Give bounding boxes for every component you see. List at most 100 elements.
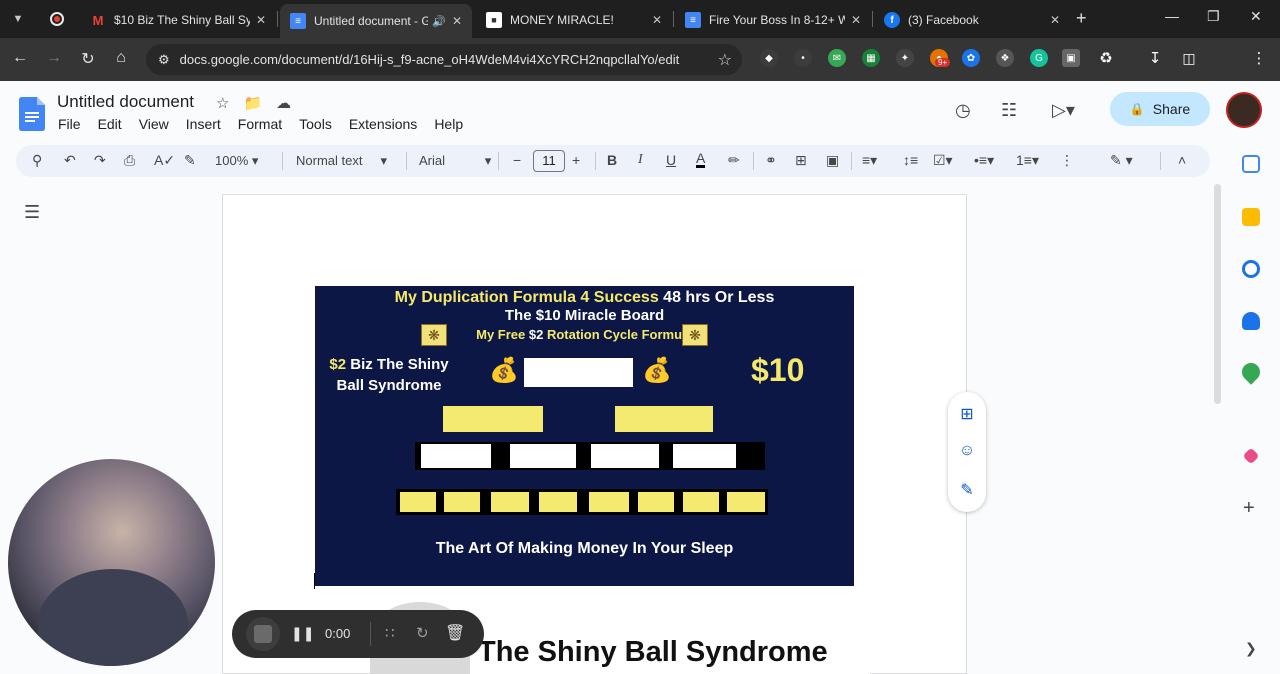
add-emoji-reaction-icon[interactable]: ☺ (957, 442, 977, 462)
calendar-icon[interactable] (1242, 155, 1260, 173)
browser-tab-gmail[interactable]: M $10 Biz The Shiny Ball Sync ✕ (80, 4, 276, 36)
highlight-color-icon[interactable]: ✏ (728, 152, 740, 169)
align-icon[interactable]: ≡▾ (862, 152, 877, 169)
tasks-icon[interactable] (1242, 260, 1260, 278)
close-window-icon[interactable]: ✕ (1250, 8, 1262, 25)
browser-tab-money-miracle[interactable]: ■ MONEY MIRACLE! ✕ (476, 4, 672, 36)
sheets-extension-icon[interactable]: ▦ (862, 49, 880, 67)
flyer-image[interactable]: My Duplication Formula 4 Success 48 hrs … (315, 286, 854, 586)
browser-menu-icon[interactable]: ⋮ (1250, 49, 1268, 67)
forward-icon[interactable]: → (43, 49, 65, 67)
add-comment-icon[interactable]: ⊞ (795, 152, 807, 169)
search-menus-icon[interactable]: ⚲ (32, 152, 42, 169)
close-tab-icon[interactable]: ✕ (1050, 13, 1060, 27)
underline-icon[interactable]: U (666, 152, 676, 168)
contacts-icon[interactable] (1242, 312, 1260, 330)
suggest-edits-icon[interactable]: ✎ (957, 480, 977, 500)
bold-icon[interactable]: B (607, 152, 617, 168)
menu-file[interactable]: File (58, 116, 81, 132)
close-tab-icon[interactable]: ✕ (652, 13, 662, 27)
paint-format-icon[interactable]: ✎ (184, 152, 196, 169)
font-size-input[interactable]: 11 (533, 150, 565, 172)
close-tab-icon[interactable]: ✕ (452, 14, 462, 28)
address-bar[interactable]: ⚙ docs.google.com/document/d/16Hij-s_f9-… (146, 44, 742, 75)
meet-video-icon[interactable]: ▷▾ (1052, 100, 1075, 121)
menu-tools[interactable]: Tools (299, 116, 332, 132)
back-icon[interactable]: ← (9, 49, 31, 67)
delete-recording-icon[interactable]: 🗑 (445, 623, 465, 643)
keep-icon[interactable] (1242, 208, 1260, 226)
addon-icon[interactable] (1242, 447, 1260, 465)
undo-icon[interactable]: ↶ (64, 152, 76, 169)
star-icon[interactable]: ☆ (216, 94, 229, 112)
line-spacing-icon[interactable]: ↕≡ (903, 152, 918, 168)
document-title[interactable]: Untitled document (57, 92, 194, 112)
decrease-font-size-icon[interactable]: − (513, 152, 521, 168)
expand-side-panel-icon[interactable]: ❯ (1245, 640, 1257, 657)
grammarly-icon[interactable]: G (1030, 49, 1048, 67)
reload-icon[interactable]: ↻ (77, 49, 99, 69)
menu-format[interactable]: Format (238, 116, 282, 132)
paragraph-style-select[interactable]: Normal text ▾ (296, 153, 387, 169)
webcam-bubble[interactable] (8, 459, 215, 666)
browser-tab-facebook[interactable]: f (3) Facebook ✕ (874, 4, 1070, 36)
browser-tab-untitled-document[interactable]: ≡ Untitled document - Go 🔊 ✕ (280, 4, 472, 38)
editing-mode-icon[interactable]: ✎ ▾ (1110, 152, 1133, 169)
extension-icon[interactable]: • (794, 49, 812, 67)
extension-icon[interactable]: ✦ (896, 49, 914, 67)
minimize-window-icon[interactable]: — (1165, 8, 1179, 24)
drag-handle-icon[interactable]: ∷ (385, 624, 395, 642)
italic-icon[interactable]: I (638, 152, 643, 168)
extension-icon[interactable]: ◆ (760, 49, 778, 67)
side-panel-icon[interactable]: ◫ (1180, 49, 1198, 67)
account-avatar[interactable] (1226, 92, 1262, 128)
extensions-puzzle-icon[interactable]: ♻ (1097, 49, 1115, 67)
download-icon[interactable]: ↧ (1146, 49, 1164, 67)
get-addons-icon[interactable]: + (1243, 497, 1255, 520)
restore-window-icon[interactable]: ❐ (1207, 8, 1220, 25)
font-select[interactable]: Arial ▾ (419, 153, 491, 169)
move-folder-icon[interactable]: 📁 (243, 94, 262, 112)
insert-image-icon[interactable]: ▣ (826, 152, 839, 169)
more-options-icon[interactable]: ⋮ (1060, 152, 1074, 169)
version-history-icon[interactable]: ◷ (955, 100, 971, 121)
print-icon[interactable]: ⎙ (124, 152, 135, 169)
spellcheck-icon[interactable]: A✓ (154, 152, 175, 169)
menu-extensions[interactable]: Extensions (349, 116, 417, 132)
extension-icon[interactable]: ✿ (962, 49, 980, 67)
document-outline-icon[interactable]: ☰ (24, 202, 40, 223)
home-icon[interactable]: ⌂ (110, 49, 132, 67)
increase-font-size-icon[interactable]: + (572, 152, 580, 168)
speaker-icon[interactable]: 🔊 (432, 15, 446, 28)
numbered-list-icon[interactable]: 1≡▾ (1016, 152, 1039, 169)
close-tab-icon[interactable]: ✕ (256, 13, 266, 27)
menu-insert[interactable]: Insert (186, 116, 221, 132)
redo-icon[interactable]: ↷ (94, 152, 106, 169)
close-tab-icon[interactable]: ✕ (851, 13, 861, 27)
docs-logo-icon[interactable] (19, 97, 45, 131)
menu-view[interactable]: View (139, 116, 169, 132)
screen-record-icon[interactable] (44, 6, 70, 32)
site-info-icon[interactable]: ⚙ (158, 52, 170, 68)
extension-icon[interactable]: ❖ (996, 49, 1014, 67)
add-comment-icon[interactable]: ⊞ (957, 404, 977, 424)
extension-icon[interactable]: ▣ (1062, 49, 1080, 67)
insert-link-icon[interactable]: ⚭ (765, 152, 777, 169)
cloud-saved-icon[interactable]: ☁ (276, 94, 291, 112)
maps-icon[interactable] (1238, 359, 1264, 385)
zoom-select[interactable]: 100% ▾ (215, 153, 258, 169)
scrollbar[interactable] (1214, 184, 1221, 404)
hide-menus-icon[interactable]: ˄ (1178, 152, 1186, 168)
text-color-icon[interactable]: A (696, 151, 706, 168)
menu-help[interactable]: Help (434, 116, 463, 132)
checklist-icon[interactable]: ☑▾ (933, 152, 953, 169)
new-tab-button[interactable]: + (1076, 8, 1087, 29)
bulleted-list-icon[interactable]: •≡▾ (974, 152, 994, 169)
comments-icon[interactable]: ☷ (1001, 100, 1017, 121)
restart-icon[interactable]: ↻ (416, 624, 429, 642)
tab-search-chevron-icon[interactable]: ▼ (6, 7, 30, 31)
share-button[interactable]: 🔒 Share (1110, 92, 1210, 126)
menu-edit[interactable]: Edit (98, 116, 122, 132)
bookmark-star-icon[interactable]: ☆ (718, 50, 732, 70)
extension-icon[interactable]: ✉ (828, 49, 846, 67)
